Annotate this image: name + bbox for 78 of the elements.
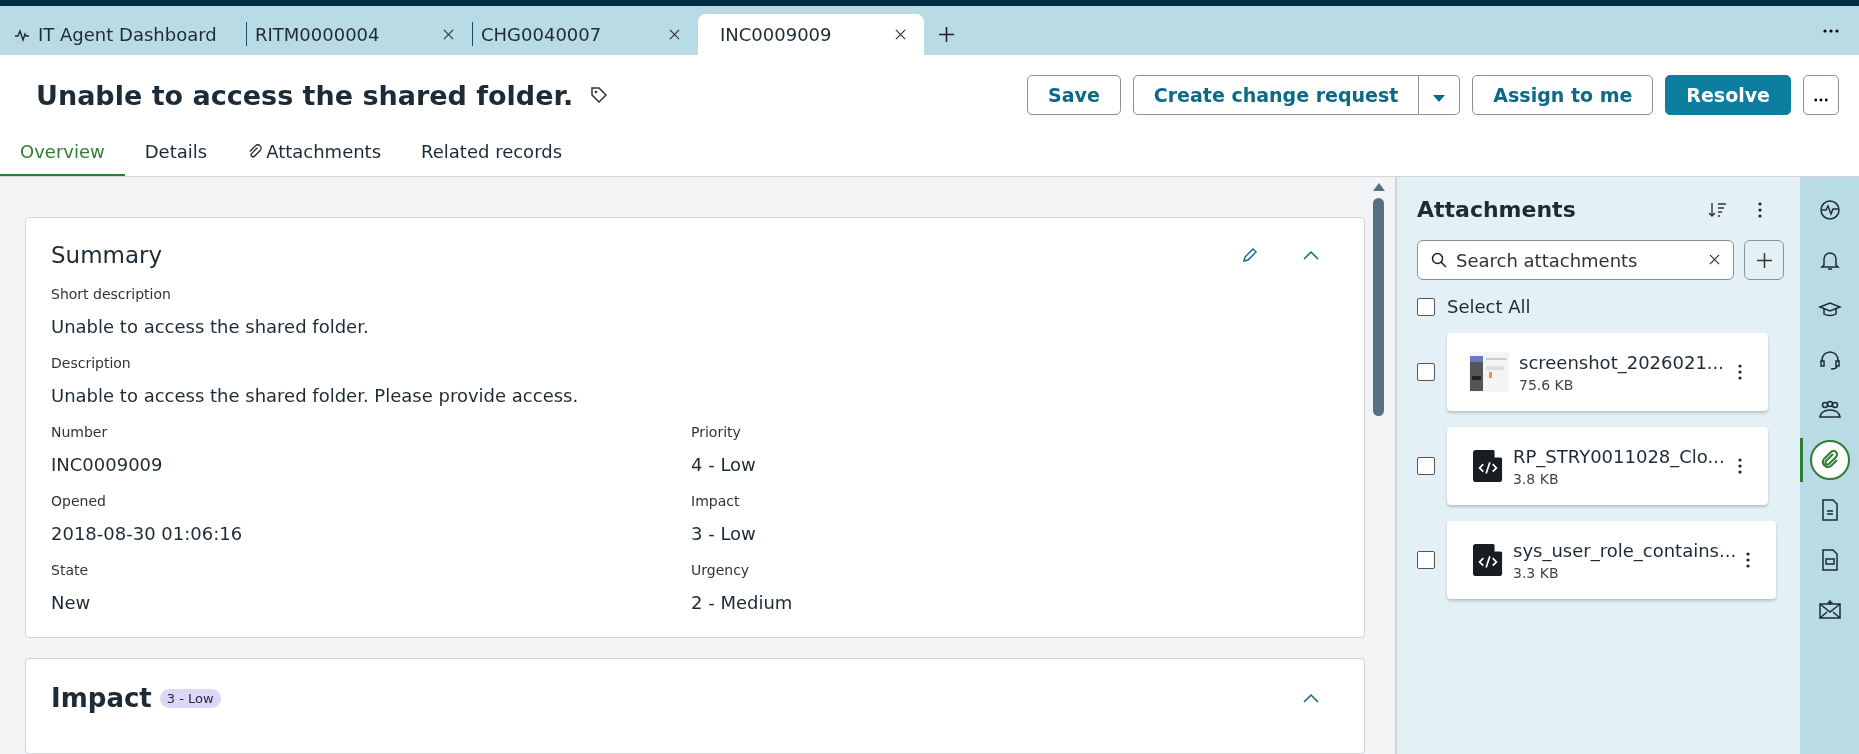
- sort-icon[interactable]: [1708, 200, 1728, 219]
- record-title: Unable to access the shared folder.: [36, 79, 574, 111]
- browser-tab[interactable]: IT Agent Dashboard: [6, 14, 246, 55]
- card-title: Summary: [51, 242, 163, 268]
- action-button[interactable]: Resolve: [1665, 75, 1791, 115]
- dropdown-button[interactable]: [1419, 75, 1461, 115]
- close-icon[interactable]: [895, 29, 906, 40]
- attachment-card[interactable]: sys_user_role_contains... 3.3 KB: [1447, 521, 1777, 599]
- plus-icon: [1755, 251, 1773, 269]
- search-icon: [1431, 252, 1447, 268]
- ellipsis-icon: [1814, 98, 1828, 102]
- select-all-label: Select All: [1447, 296, 1531, 317]
- record-tab[interactable]: Related records: [401, 131, 583, 176]
- pencil-icon[interactable]: [1241, 246, 1259, 264]
- more-button[interactable]: [1803, 75, 1839, 115]
- create-change-request-button[interactable]: Create change request: [1132, 75, 1420, 115]
- action-button[interactable]: Assign to me: [1472, 75, 1654, 115]
- field-label: Description: [51, 355, 132, 371]
- action-button[interactable]: Save: [1027, 75, 1121, 115]
- field-value: Unable to access the shared folder.: [51, 316, 370, 337]
- clear-icon[interactable]: [1709, 254, 1720, 265]
- file-size: 3.8 KB: [1513, 470, 1560, 487]
- more-icon[interactable]: [1738, 364, 1742, 380]
- code-file-icon: [1473, 543, 1503, 577]
- browser-tab[interactable]: RITM0000004: [246, 22, 472, 46]
- field-value: Unable to access the shared folder. Please provide access.: [51, 385, 580, 406]
- impact-badge: 3 - Low: [159, 688, 221, 708]
- attachment-card[interactable]: screenshot_2026021... 75.6 KB: [1447, 333, 1768, 411]
- more-icon[interactable]: [1758, 201, 1762, 218]
- chevron-up-icon[interactable]: [1303, 693, 1319, 703]
- record-tab[interactable]: Attachments: [227, 131, 402, 176]
- caret-icon: [1433, 95, 1446, 102]
- file-name: sys_user_role_contains...: [1513, 539, 1737, 561]
- attachment-card[interactable]: RP_STRY0011028_Clo... 3.8 KB: [1447, 427, 1768, 505]
- checkbox[interactable]: [1417, 551, 1435, 569]
- panel-title: Attachments: [1417, 197, 1576, 222]
- field-value: 2 - Medium: [691, 592, 794, 613]
- close-icon[interactable]: [443, 28, 454, 40]
- tag-icon[interactable]: [589, 85, 610, 105]
- add-tab-icon[interactable]: [938, 26, 955, 43]
- more-icon[interactable]: [1823, 29, 1839, 33]
- add-button[interactable]: [1744, 240, 1784, 280]
- field-value: New: [51, 592, 92, 613]
- file-name: screenshot_2026021...: [1519, 351, 1726, 373]
- field-label: Opened: [51, 493, 107, 509]
- field-label: State: [51, 562, 90, 578]
- field-label: Urgency: [691, 562, 751, 578]
- file-name: RP_STRY0011028_Clo...: [1513, 445, 1726, 467]
- file-size: 3.3 KB: [1513, 564, 1560, 581]
- field-value: INC0009009: [51, 454, 164, 475]
- tab-label: INC0009009: [720, 24, 833, 45]
- field-value: 2018-08-30 01:06:16: [51, 523, 244, 544]
- paperclip-icon[interactable]: [1809, 440, 1850, 480]
- chevron-up-icon[interactable]: [1303, 250, 1319, 260]
- field-value: 4 - Low: [691, 454, 757, 475]
- more-icon[interactable]: [1746, 552, 1751, 568]
- tab-label: RITM0000004: [255, 23, 381, 45]
- code-file-icon: [1473, 449, 1503, 483]
- file-size: 75.6 KB: [1519, 376, 1575, 393]
- field-value: 3 - Low: [691, 523, 757, 544]
- more-icon[interactable]: [1738, 458, 1742, 474]
- image-thumbnail-icon: [1469, 352, 1509, 392]
- close-icon[interactable]: [669, 28, 680, 40]
- field-label: Number: [51, 424, 109, 440]
- paperclip-icon: [247, 144, 263, 159]
- record-tab[interactable]: Details: [124, 131, 228, 176]
- active-indicator: [1800, 438, 1803, 482]
- checkbox[interactable]: [1417, 363, 1435, 381]
- checkbox[interactable]: [1417, 457, 1435, 475]
- field-label: Short description: [51, 286, 172, 302]
- browser-tab[interactable]: INC0009009: [698, 14, 924, 55]
- search-field[interactable]: Search attachments: [1417, 240, 1734, 280]
- field-label: Impact: [691, 493, 741, 509]
- tab-label: IT Agent Dashboard: [38, 24, 218, 45]
- card-title: Impact: [51, 683, 152, 713]
- checkbox[interactable]: [1417, 297, 1435, 316]
- tab-label: CHG0040007: [481, 23, 603, 45]
- field-label: Priority: [691, 424, 742, 440]
